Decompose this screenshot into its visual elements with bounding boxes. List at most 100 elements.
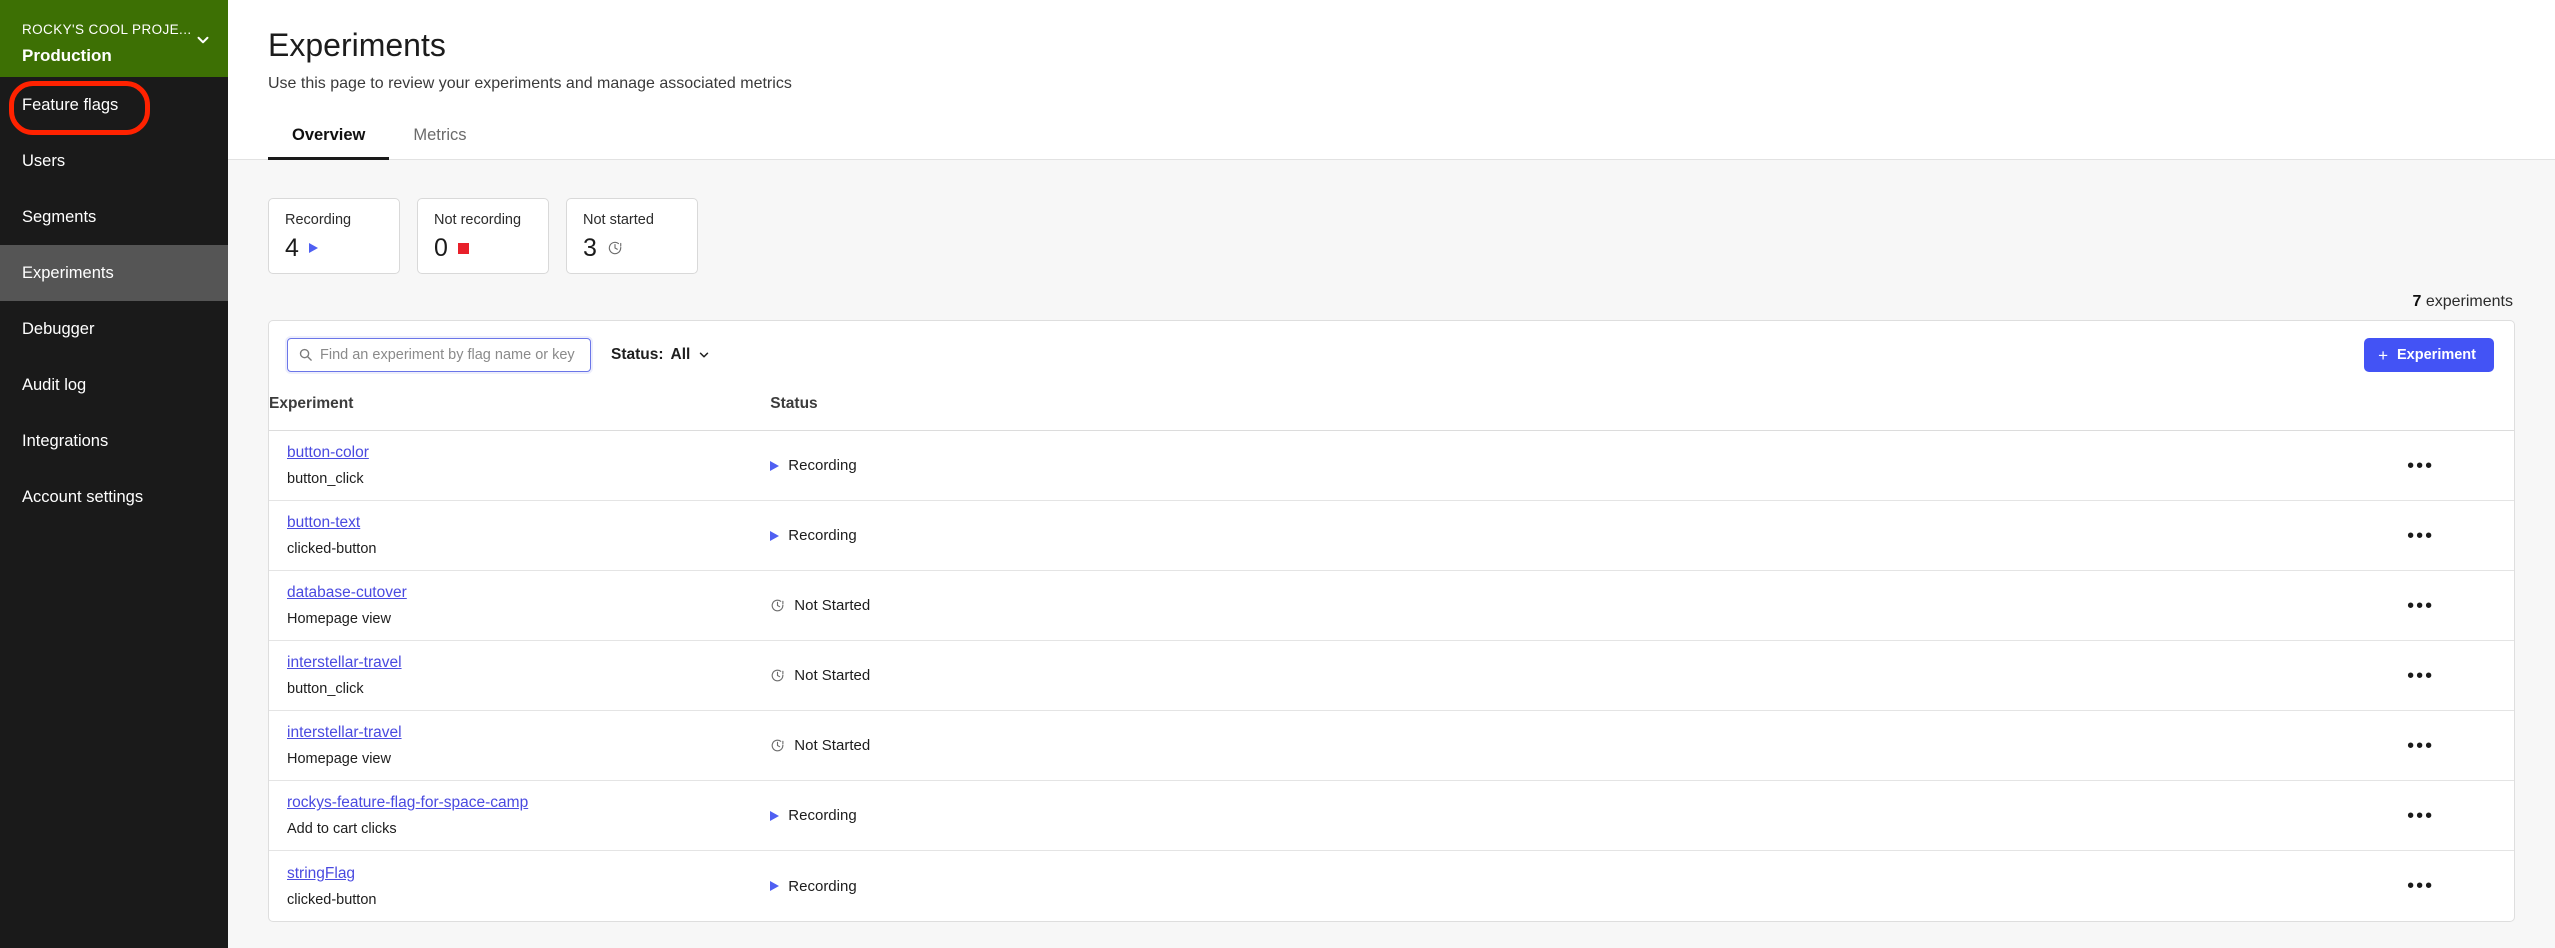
table-row: stringFlag clicked-button Recording ••• [269,851,2514,921]
experiments-table: Experiment Status button-color button_cl… [269,389,2514,921]
page-subtitle: Use this page to review your experiments… [268,75,792,93]
experiment-metric: Add to cart clicks [287,821,397,838]
overflow-menu-icon[interactable]: ••• [2397,595,2444,617]
cell-actions: ••• [2327,780,2514,852]
clock-alert-icon [770,598,785,613]
experiment-metric: clicked-button [287,891,377,908]
cell-status: Recording [770,500,2328,572]
sidebar: ROCKY'S COOL PROJE... Production Feature… [0,0,228,948]
cell-actions: ••• [2327,500,2514,572]
cell-status: Recording [770,780,2328,852]
cell-status: Not Started [770,640,2328,712]
page-header: Experiments Use this page to review your… [228,0,2555,161]
cell-actions: ••• [2327,710,2514,782]
table-body: button-color button_click Recording ••• … [269,430,2514,921]
status-label: Recording [788,877,857,895]
search-container [287,338,591,373]
stat-value: 4 [285,233,299,262]
experiment-metric: clicked-button [287,541,377,558]
experiment-count-number: 7 [2412,293,2422,311]
table-row: button-text clicked-button Recording ••• [269,500,2514,572]
page-title: Experiments [268,27,446,63]
sidebar-item-label: Audit log [22,375,87,394]
status-label: Recording [788,457,857,475]
stat-card-not-recording: Not recording 0 [417,198,549,275]
status-label: Recording [788,807,857,825]
column-header-status: Status [770,389,2328,432]
sidebar-item-debugger[interactable]: Debugger [0,301,228,357]
sidebar-item-label: Debugger [22,319,95,338]
play-icon [770,881,780,892]
cell-experiment: button-color button_click [269,430,771,502]
status-filter-value: All [670,346,691,364]
stat-value: 0 [434,233,448,262]
cell-status: Not Started [770,570,2328,642]
sidebar-item-account-settings[interactable]: Account settings [0,469,228,525]
column-header-experiment: Experiment [269,389,771,432]
stat-card-not-started: Not started 3 [566,198,698,275]
cell-status: Recording [770,430,2328,502]
tab-overview[interactable]: Overview [268,113,390,161]
status-filter-dropdown[interactable]: Status: All [611,346,711,364]
overflow-menu-icon[interactable]: ••• [2397,875,2444,897]
app-root: ROCKY'S COOL PROJE... Production Feature… [0,0,2555,948]
table-header-row: Experiment Status [269,389,2514,432]
project-environment-switcher[interactable]: ROCKY'S COOL PROJE... Production [0,0,228,77]
experiment-link[interactable]: rockys-feature-flag-for-space-camp [287,794,528,812]
experiment-link[interactable]: database-cutover [287,584,407,602]
cell-experiment: button-text clicked-button [269,500,771,572]
sidebar-item-segments[interactable]: Segments [0,189,228,245]
play-icon [770,530,780,541]
stop-square-icon [457,242,469,254]
stat-card-recording: Recording 4 [268,198,400,275]
overflow-menu-icon[interactable]: ••• [2397,525,2444,547]
sidebar-item-label: Segments [22,207,97,226]
clock-alert-icon [770,738,785,753]
sidebar-item-label: Account settings [22,487,144,506]
search-input[interactable] [287,338,591,373]
sidebar-nav: Feature flags Users Segments Experiments… [0,77,228,525]
sidebar-item-label: Feature flags [22,95,119,114]
sidebar-item-label: Integrations [22,431,109,450]
sidebar-item-audit-log[interactable]: Audit log [0,357,228,413]
cell-experiment: stringFlag clicked-button [269,851,770,921]
cell-experiment: interstellar-travel Homepage view [269,710,771,782]
sidebar-item-integrations[interactable]: Integrations [0,413,228,469]
cell-experiment: database-cutover Homepage view [269,570,771,642]
stat-label: Not started [583,212,654,229]
add-experiment-button[interactable]: + Experiment [2364,338,2494,373]
tab-bar: Overview Metrics [268,113,2555,161]
experiment-link[interactable]: interstellar-travel [287,724,402,742]
status-label: Not Started [794,667,871,685]
sidebar-item-label: Users [22,151,66,170]
cell-actions: ••• [2327,851,2514,921]
experiment-count-row: 7 experiments [268,274,2515,320]
status-label: Recording [788,527,857,545]
clock-alert-icon [607,240,623,256]
experiment-metric: Homepage view [287,751,391,768]
overflow-menu-icon[interactable]: ••• [2397,455,2444,477]
cell-experiment: interstellar-travel button_click [269,640,771,712]
chevron-down-icon [194,31,212,49]
experiment-link[interactable]: stringFlag [287,865,355,883]
experiment-link[interactable]: button-color [287,444,369,462]
status-label: Not Started [794,737,871,755]
sidebar-item-experiments[interactable]: Experiments [0,245,228,301]
main-content: Experiments Use this page to review your… [228,0,2555,948]
stat-label: Not recording [434,212,522,229]
overflow-menu-icon[interactable]: ••• [2397,665,2444,687]
status-filter-label: Status: [611,346,664,364]
sidebar-item-label: Experiments [22,263,114,282]
sidebar-item-users[interactable]: Users [0,133,228,189]
add-experiment-label: Experiment [2397,347,2476,364]
stat-card-row: Recording 4 Not recording 0 Not started [268,160,2515,275]
table-row: rockys-feature-flag-for-space-camp Add t… [269,780,2514,852]
overflow-menu-icon[interactable]: ••• [2397,805,2444,827]
tab-metrics[interactable]: Metrics [389,113,490,160]
play-icon [308,243,318,254]
overflow-menu-icon[interactable]: ••• [2397,735,2444,757]
sidebar-item-feature-flags[interactable]: Feature flags [0,77,228,135]
experiment-link[interactable]: interstellar-travel [287,654,402,672]
table-row: button-color button_click Recording ••• [269,430,2514,502]
experiment-link[interactable]: button-text [287,514,360,532]
